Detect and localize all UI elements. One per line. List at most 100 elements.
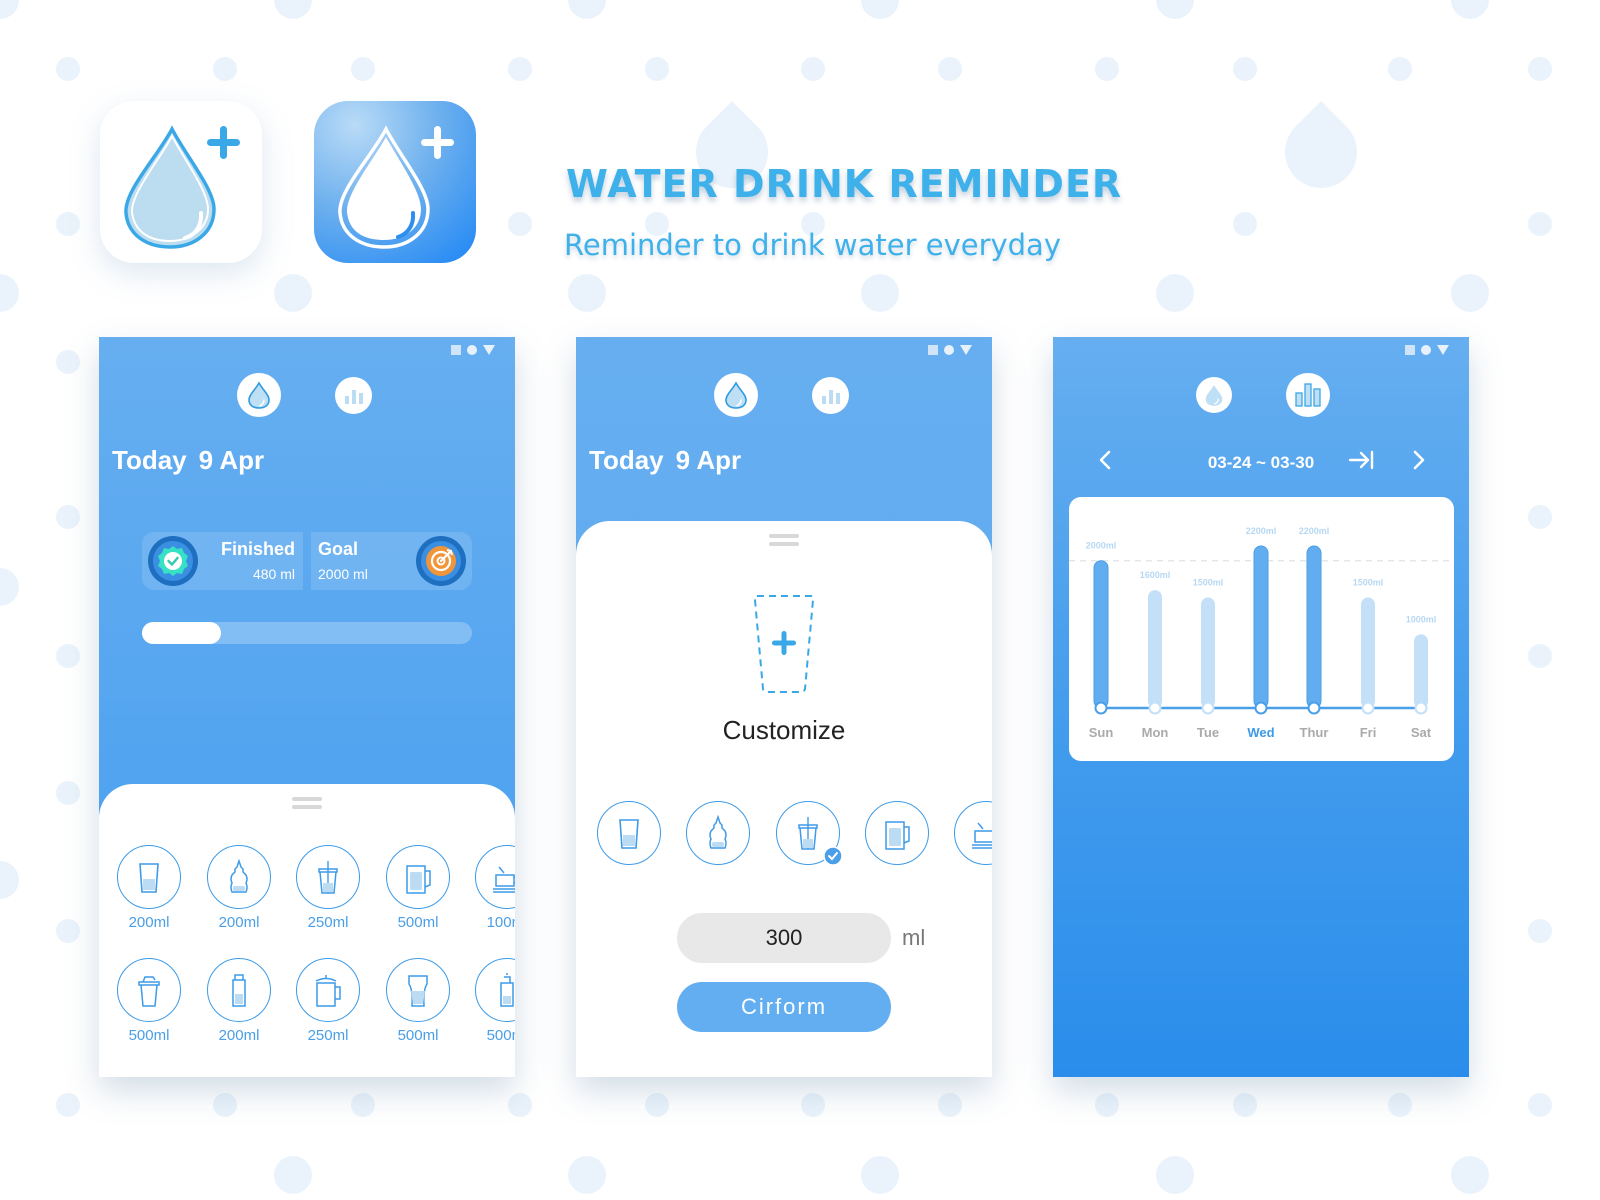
dashed-cup-plus-icon [753, 595, 815, 693]
next-week-button[interactable] [1411, 449, 1427, 476]
confirm-button[interactable]: Cirform [677, 982, 891, 1032]
background-dot [274, 1156, 312, 1194]
status-bar [1405, 345, 1449, 355]
cup-option-label: 200ml [218, 914, 260, 931]
chevron-right-icon [1413, 450, 1425, 470]
background-dot [1156, 0, 1194, 19]
cup-option-baby-bottle[interactable] [207, 845, 271, 909]
day-label: Wed [1247, 725, 1274, 740]
cup-option-beer-mug[interactable] [386, 845, 450, 909]
lidded-mug-icon [315, 975, 341, 1007]
week-range-label: 03-24 ~ 03-30 [1207, 453, 1315, 472]
cup-option-coffee-cup[interactable] [954, 801, 992, 865]
cup-option-water-bottle[interactable] [207, 958, 271, 1022]
bar-base-dot [1307, 701, 1321, 715]
unit-label: ml [902, 925, 926, 950]
amount-input[interactable] [677, 913, 891, 963]
background-dot [1156, 1156, 1194, 1194]
date-value: 9 Apr [675, 445, 742, 475]
day-label: Tue [1197, 725, 1219, 740]
bar-base-dot [1201, 701, 1215, 715]
drag-handle[interactable] [769, 534, 799, 538]
cup-option-glass[interactable] [117, 845, 181, 909]
square-icon [1405, 345, 1415, 355]
cup-option-baby-bottle[interactable] [686, 801, 750, 865]
background-dot [351, 1093, 375, 1117]
tab-drink[interactable] [714, 373, 758, 417]
home-screen: Today 9 Apr Finished 480 ml Goal 2000 ml [99, 337, 515, 1077]
add-custom-cup-button[interactable] [752, 592, 816, 701]
drag-handle[interactable] [769, 542, 799, 546]
background-dot [861, 0, 899, 19]
cup-option-lidded-mug[interactable] [296, 958, 360, 1022]
water-drop-icon [1205, 385, 1223, 406]
tab-drink[interactable] [237, 373, 281, 417]
beer-mug-icon [406, 865, 431, 894]
tab-stats[interactable] [1286, 373, 1330, 417]
water-drop-plus-icon [124, 125, 240, 249]
cup-option-glass[interactable] [597, 801, 661, 865]
triangle-icon [960, 345, 972, 355]
cup-option-straw-cup[interactable] [776, 801, 843, 866]
bar-wed [1253, 545, 1269, 709]
finished-value: 480 ml [252, 566, 295, 582]
stats-screen: 03-24 ~ 03-30 2000ml Sun 1600ml Mon 1500ml Tu… [1053, 337, 1469, 1077]
bar-sat [1414, 634, 1428, 708]
background-dot [0, 568, 19, 606]
cup-option-sports-bottle[interactable] [475, 958, 515, 1022]
drag-handle[interactable] [292, 805, 322, 809]
bar-chart-icon [344, 389, 363, 404]
tab-stats[interactable] [812, 377, 849, 414]
drag-handle[interactable] [292, 797, 322, 801]
jump-to-current-button[interactable] [1348, 449, 1376, 476]
background-dot [1388, 57, 1412, 81]
bar-fri [1361, 597, 1375, 708]
goal-value: 2000 ml [318, 566, 368, 582]
day-label: Mon [1142, 725, 1169, 740]
background-dot [801, 57, 825, 81]
date-label: Today [589, 445, 664, 475]
background-dot [56, 919, 80, 943]
bar-value-label: 1500ml [1193, 578, 1224, 588]
tab-drink[interactable] [1196, 377, 1232, 413]
background-dot [508, 1093, 532, 1117]
finished-label: Finished [220, 539, 295, 559]
jump-to-end-icon [1348, 450, 1374, 470]
day-label: Sun [1089, 725, 1114, 740]
customize-screen: Today 9 Apr Customize ml Cirform [576, 337, 992, 1077]
bar-tue [1201, 597, 1215, 708]
app-tagline: Reminder to drink water everyday [564, 228, 1061, 262]
background-dot [1528, 505, 1552, 529]
cup-option-beer-mug[interactable] [865, 801, 929, 865]
cup-option-shaker-cup[interactable] [117, 958, 181, 1022]
background-dot [56, 212, 80, 236]
background-dot [0, 861, 19, 899]
background-dot [645, 57, 669, 81]
water-drop-icon [248, 381, 270, 409]
background-dot [1233, 57, 1257, 81]
glass-icon [139, 863, 159, 893]
background-dot [1388, 1093, 1412, 1117]
bar-base-dot [1361, 701, 1375, 715]
cup-option-coffee-cup[interactable] [475, 845, 515, 909]
bar-chart-icon [1295, 383, 1321, 407]
cup-picker-sheet: 200ml 200ml 250ml 500ml 100ml 500ml 200ml 250ml… [99, 784, 515, 1077]
cup-option-label: 500ml [128, 1027, 170, 1044]
shaker-cup-icon [138, 976, 160, 1007]
background-dot [1095, 1093, 1119, 1117]
bar-value-label: 2000ml [1086, 541, 1117, 551]
cup-option-pint-glass[interactable] [386, 958, 450, 1022]
bar-mon [1148, 590, 1162, 708]
background-dot [56, 57, 80, 81]
background-dot [274, 0, 312, 19]
day-label: Sat [1411, 725, 1432, 740]
background-dot [861, 1156, 899, 1194]
background-dot [1528, 212, 1552, 236]
background-dot [568, 1156, 606, 1194]
cup-option-label: 500ml [486, 1027, 515, 1044]
cup-option-straw-cup[interactable] [296, 845, 360, 909]
customize-title: Customize [722, 715, 846, 745]
background-dot [508, 212, 532, 236]
bar-base-dot [1094, 701, 1108, 715]
tab-stats[interactable] [335, 377, 372, 414]
